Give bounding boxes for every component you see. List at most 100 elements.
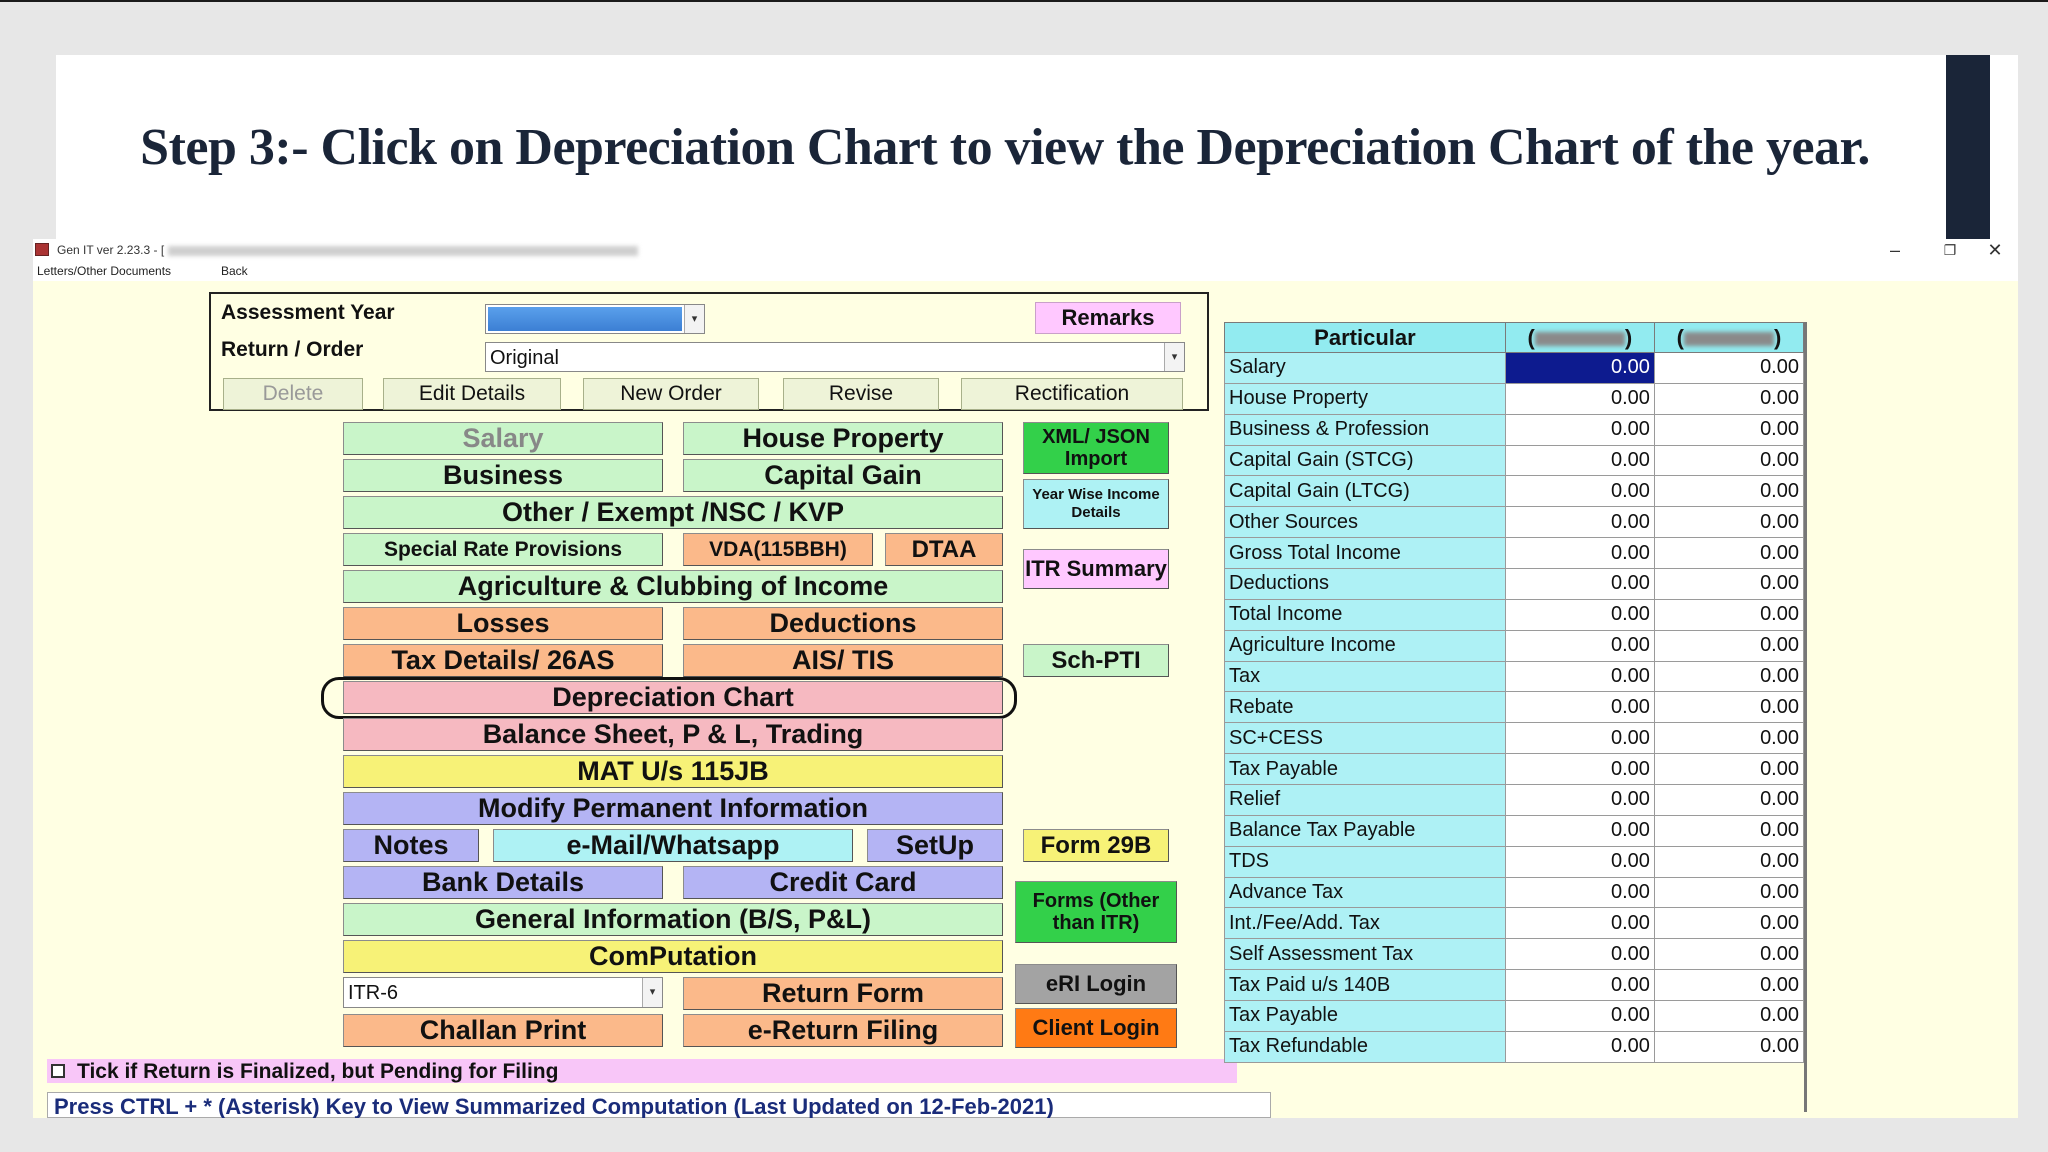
row-value-year-1[interactable]: 0.00 bbox=[1504, 691, 1655, 724]
sch-pti-button[interactable]: Sch-PTI bbox=[1023, 644, 1169, 677]
row-value-year-1[interactable]: 0.00 bbox=[1504, 969, 1655, 1002]
rectification-button[interactable]: Rectification bbox=[961, 378, 1183, 410]
row-value-year-2[interactable]: 0.00 bbox=[1653, 784, 1805, 816]
house-property-button[interactable]: House Property bbox=[683, 422, 1003, 455]
year-wise-income-button[interactable]: Year Wise Income Details bbox=[1023, 479, 1169, 529]
row-value-year-2[interactable]: 0.00 bbox=[1653, 506, 1805, 539]
forms-other-than-itr-button[interactable]: Forms (Other than ITR) bbox=[1015, 881, 1177, 943]
table-row[interactable]: House Property 0.00 0.00 bbox=[1224, 382, 1805, 415]
agriculture-clubbing-button[interactable]: Agriculture & Clubbing of Income bbox=[343, 570, 1003, 603]
row-value-year-1[interactable]: 0.00 bbox=[1504, 506, 1655, 539]
row-value-year-2[interactable]: 0.00 bbox=[1653, 537, 1805, 570]
xml-json-import-button[interactable]: XML/ JSON Import bbox=[1023, 422, 1169, 474]
itr-form-select[interactable]: ITR-6 ▾ bbox=[343, 977, 663, 1008]
row-value-year-1[interactable]: 0.00 bbox=[1504, 475, 1655, 508]
row-value-year-1[interactable]: 0.00 bbox=[1504, 660, 1655, 693]
table-row[interactable]: Int./Fee/Add. Tax 0.00 0.00 bbox=[1224, 907, 1805, 940]
other-exempt-button[interactable]: Other / Exempt /NSC / KVP bbox=[343, 496, 1003, 529]
credit-card-button[interactable]: Credit Card bbox=[683, 866, 1003, 899]
notes-button[interactable]: Notes bbox=[343, 829, 479, 862]
table-row[interactable]: Tax Payable 0.00 0.00 bbox=[1224, 1000, 1805, 1032]
chevron-down-icon[interactable]: ▾ bbox=[1164, 343, 1184, 371]
table-row[interactable]: Agriculture Income 0.00 0.00 bbox=[1224, 629, 1805, 662]
row-value-year-2[interactable]: 0.00 bbox=[1653, 938, 1805, 971]
finalize-checkbox-row[interactable]: Tick if Return is Finalized, but Pending… bbox=[47, 1059, 1237, 1083]
delete-button[interactable]: Delete bbox=[223, 378, 363, 410]
row-value-year-1[interactable]: 0.00 bbox=[1504, 907, 1655, 940]
challan-print-button[interactable]: Challan Print bbox=[343, 1014, 663, 1047]
table-row[interactable]: Balance Tax Payable 0.00 0.00 bbox=[1224, 814, 1805, 847]
table-row[interactable]: Capital Gain (STCG) 0.00 0.00 bbox=[1224, 444, 1805, 477]
row-value-year-2[interactable]: 0.00 bbox=[1653, 969, 1805, 1002]
special-rate-button[interactable]: Special Rate Provisions bbox=[343, 533, 663, 566]
losses-button[interactable]: Losses bbox=[343, 607, 663, 640]
return-order-select[interactable]: Original ▾ bbox=[485, 342, 1185, 372]
row-value-year-2[interactable]: 0.00 bbox=[1653, 845, 1805, 878]
row-value-year-1[interactable]: 0.00 bbox=[1504, 753, 1655, 786]
table-row[interactable]: Rebate 0.00 0.00 bbox=[1224, 691, 1805, 724]
row-value-year-2[interactable]: 0.00 bbox=[1653, 475, 1805, 508]
row-value-year-2[interactable]: 0.00 bbox=[1653, 660, 1805, 693]
dtaa-button[interactable]: DTAA bbox=[885, 533, 1003, 566]
table-row[interactable]: Capital Gain (LTCG) 0.00 0.00 bbox=[1224, 475, 1805, 508]
e-return-filing-button[interactable]: e-Return Filing bbox=[683, 1014, 1003, 1047]
table-row[interactable]: Business & Profession 0.00 0.00 bbox=[1224, 413, 1805, 446]
row-value-year-1[interactable]: 0.00 bbox=[1504, 722, 1655, 755]
chevron-down-icon[interactable]: ▾ bbox=[684, 305, 704, 333]
table-row[interactable]: Total Income 0.00 0.00 bbox=[1224, 598, 1805, 631]
row-value-year-1[interactable]: 0.00 bbox=[1504, 938, 1655, 971]
row-value-year-2[interactable]: 0.00 bbox=[1653, 444, 1805, 477]
row-value-year-1[interactable]: 0.00 bbox=[1504, 1000, 1655, 1032]
table-row[interactable]: Relief 0.00 0.00 bbox=[1224, 784, 1805, 816]
table-row[interactable]: Deductions 0.00 0.00 bbox=[1224, 568, 1805, 600]
row-value-year-1[interactable]: 0.00 bbox=[1504, 876, 1655, 909]
client-login-button[interactable]: Client Login bbox=[1015, 1008, 1177, 1048]
row-value-year-1[interactable]: 0.00 bbox=[1504, 444, 1655, 477]
edit-details-button[interactable]: Edit Details bbox=[383, 378, 561, 410]
return-form-button[interactable]: Return Form bbox=[683, 977, 1003, 1010]
row-value-year-2[interactable]: 0.00 bbox=[1653, 691, 1805, 724]
eri-login-button[interactable]: eRI Login bbox=[1015, 964, 1177, 1004]
business-button[interactable]: Business bbox=[343, 459, 663, 492]
row-value-year-2[interactable]: 0.00 bbox=[1653, 382, 1805, 415]
computation-button[interactable]: ComPutation bbox=[343, 940, 1003, 973]
row-value-year-1[interactable]: 0.00 bbox=[1504, 845, 1655, 878]
table-row[interactable]: Gross Total Income 0.00 0.00 bbox=[1224, 537, 1805, 570]
table-row[interactable]: Salary 0.00 0.00 bbox=[1224, 352, 1805, 384]
remarks-button[interactable]: Remarks bbox=[1035, 302, 1181, 334]
table-row[interactable]: SC+CESS 0.00 0.00 bbox=[1224, 722, 1805, 755]
row-value-year-1[interactable]: 0.00 bbox=[1504, 568, 1655, 600]
row-value-year-2[interactable]: 0.00 bbox=[1653, 753, 1805, 786]
modify-permanent-info-button[interactable]: Modify Permanent Information bbox=[343, 792, 1003, 825]
row-value-year-2[interactable]: 0.00 bbox=[1653, 629, 1805, 662]
finalize-checkbox[interactable] bbox=[51, 1064, 65, 1078]
table-row[interactable]: Self Assessment Tax 0.00 0.00 bbox=[1224, 938, 1805, 971]
row-value-year-2[interactable]: 0.00 bbox=[1653, 413, 1805, 446]
row-value-year-1[interactable]: 0.00 bbox=[1504, 413, 1655, 446]
menu-back[interactable]: Back bbox=[221, 264, 248, 278]
salary-button[interactable]: Salary bbox=[343, 422, 663, 455]
table-row[interactable]: Other Sources 0.00 0.00 bbox=[1224, 506, 1805, 539]
menu-letters-documents[interactable]: Letters/Other Documents bbox=[37, 264, 171, 278]
row-value-year-2[interactable]: 0.00 bbox=[1653, 722, 1805, 755]
tax-details-26as-button[interactable]: Tax Details/ 26AS bbox=[343, 644, 663, 677]
row-value-year-2[interactable]: 0.00 bbox=[1653, 907, 1805, 940]
row-value-year-1[interactable]: 0.00 bbox=[1504, 814, 1655, 847]
ais-tis-button[interactable]: AIS/ TIS bbox=[683, 644, 1003, 677]
maximize-icon[interactable]: ❐ bbox=[1930, 239, 1970, 261]
row-value-year-1[interactable]: 0.00 bbox=[1504, 382, 1655, 415]
table-row[interactable]: Advance Tax 0.00 0.00 bbox=[1224, 876, 1805, 909]
deductions-button[interactable]: Deductions bbox=[683, 607, 1003, 640]
row-value-year-1[interactable]: 0.00 bbox=[1504, 352, 1655, 384]
row-value-year-2[interactable]: 0.00 bbox=[1653, 1030, 1805, 1063]
table-row[interactable]: Tax Refundable 0.00 0.00 bbox=[1224, 1030, 1805, 1063]
setup-button[interactable]: SetUp bbox=[867, 829, 1003, 862]
table-row[interactable]: Tax Payable 0.00 0.00 bbox=[1224, 753, 1805, 786]
assessment-year-select[interactable]: ▾ bbox=[485, 304, 705, 334]
row-value-year-1[interactable]: 0.00 bbox=[1504, 537, 1655, 570]
row-value-year-2[interactable]: 0.00 bbox=[1653, 814, 1805, 847]
general-information-button[interactable]: General Information (B/S, P&L) bbox=[343, 903, 1003, 936]
capital-gain-button[interactable]: Capital Gain bbox=[683, 459, 1003, 492]
row-value-year-1[interactable]: 0.00 bbox=[1504, 1030, 1655, 1063]
itr-summary-button[interactable]: ITR Summary bbox=[1023, 549, 1169, 589]
